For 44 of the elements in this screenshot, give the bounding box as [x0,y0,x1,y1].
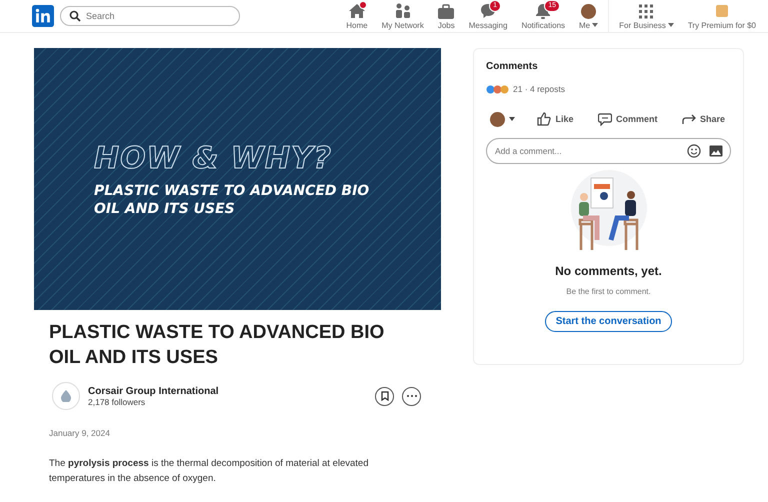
reactions-icon [486,84,510,94]
for-business-menu[interactable]: For Business [612,0,681,32]
start-conversation-button[interactable]: Start the conversation [544,311,672,332]
action-button[interactable]: Like [535,110,576,128]
bookmark-button[interactable] [375,386,394,406]
article-paragraph: The pyrolysis process is the thermal decomposition of material at elevated temperatures in the absence of oxygen. [49,457,370,486]
nav-item[interactable]: Jobs [430,0,462,32]
home-icon [348,3,366,19]
caret-icon [509,117,515,121]
arrow-icon [682,113,696,125]
empty-state-title: No comments, yet. [555,264,662,278]
thumbs-up-icon [537,112,552,126]
reaction-stats[interactable]: 21 · 4 reposts [513,84,565,94]
caret-icon [592,22,598,26]
nav-item[interactable]: Home [339,0,375,32]
search-field[interactable]: Search [60,6,240,26]
action-button[interactable]: Comment [596,110,660,128]
briefcase-icon [438,4,454,18]
speech-bubble-icon [598,112,612,126]
nav-item[interactable]: My Network [374,0,431,32]
company-logo [52,382,80,410]
nav-item[interactable]: Me [572,0,606,32]
premium-link[interactable]: Try Premium for $0 [680,0,768,32]
smiley-icon[interactable] [687,144,701,158]
image-icon[interactable] [709,145,723,157]
avatar-selector[interactable] [490,112,515,126]
logo-icon[interactable] [32,5,54,27]
action-button[interactable]: Share [680,111,727,127]
publish-date: January 9, 2024 [49,428,111,438]
people-icon [394,3,411,19]
more-button[interactable] [402,386,421,406]
comment-field[interactable]: Add a comment... [486,138,731,164]
premium-icon [716,5,728,17]
comments-title: Comments [486,61,538,72]
empty-state-subtitle: Be the first to comment. [566,287,651,296]
caret-icon [668,22,674,26]
bookmark-icon [380,391,388,401]
grid-icon [639,2,654,20]
avatar-icon [581,4,596,18]
article-title: PLASTIC WASTE TO ADVANCED BIO OIL AND ITS USES [49,321,386,370]
banner-heading: HOW & WHY? [94,140,334,176]
follower-count: 2,178 followers [88,396,146,406]
author-name[interactable]: Corsair Group International [88,386,367,396]
banner-subheading: PLASTIC WASTE TO ADVANCED BIO OIL AND ITS USES [94,182,370,218]
